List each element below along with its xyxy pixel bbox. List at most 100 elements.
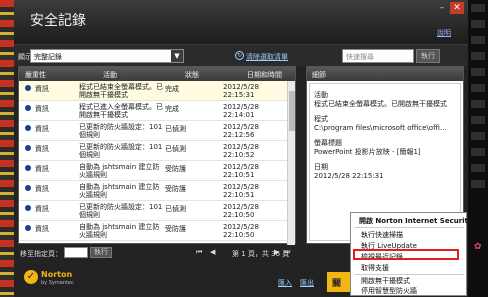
flower-icon: ✿ (474, 242, 482, 252)
cell-status: 已偵測 (165, 205, 186, 213)
column-header-datetime[interactable]: 日期和時間 (247, 70, 282, 80)
detail-value: 2012/5/28 22:15:31 (314, 172, 384, 180)
goto-page-button[interactable]: 執行 (90, 247, 112, 258)
cell-status: 受防護 (165, 165, 186, 173)
info-severity-icon (25, 105, 31, 111)
menu-item-open-norton[interactable]: 開啟 Norton Internet Security (359, 216, 472, 226)
scroll-thumb[interactable] (289, 91, 295, 131)
table-scrollbar[interactable] (287, 81, 295, 245)
table-row[interactable]: 資訊 已更新的防火牆設定：101 個規則 已偵測 2012/5/28 22:12:56 (19, 121, 295, 141)
cell-date: 2012/5/28 (223, 123, 259, 131)
menu-separator (355, 227, 464, 228)
cell-datetime: 2012/5/28 22:12:56 (223, 123, 259, 139)
desktop-background-left (0, 0, 14, 297)
cell-date: 2012/5/28 (223, 203, 259, 211)
table-row[interactable]: 資訊 已更新的防火牆設定：101 個規則 已偵測 2012/5/28 22:10:52 (19, 141, 295, 161)
filter-select[interactable]: 完整記錄 ▼ (30, 49, 184, 63)
cell-datetime: 2012/5/28 22:10:52 (223, 143, 259, 159)
info-severity-icon (25, 145, 31, 151)
clear-list-link[interactable]: 清除選取清單 (246, 52, 288, 62)
table-header: 嚴重性 活動 狀態 日期和時間 (19, 67, 295, 81)
chevron-down-icon[interactable]: ▼ (171, 50, 183, 62)
cell-datetime: 2012/5/28 22:10:51 (223, 183, 259, 199)
cell-severity: 資訊 (35, 225, 49, 233)
info-severity-icon (25, 205, 31, 211)
info-severity-icon (25, 165, 31, 171)
table-row[interactable]: 資訊 已更新的防火牆設定：101 個規則 已偵測 2012/5/28 22:10:50 (19, 201, 295, 221)
norton-brand: Norton (41, 270, 73, 279)
detail-label: 程式 (314, 115, 328, 123)
cell-severity: 資訊 (35, 125, 49, 133)
table-row[interactable]: 資訊 程式已進入全螢幕模式。已開啟無干擾模式 完成 2012/5/28 22:14:01 (19, 101, 295, 121)
norton-brand-sub: by Symantec (41, 280, 74, 286)
table-row[interactable]: 資訊 程式已結束全螢幕模式。已開啟無干擾模式 完成 2012/5/28 22:15:31 (19, 81, 295, 101)
cell-status: 受防護 (165, 185, 186, 193)
column-header-status[interactable]: 狀態 (185, 70, 199, 80)
cell-activity: 已更新的防火牆設定：101 個規則 (79, 123, 163, 139)
next-page-icon[interactable]: ▶ (274, 248, 279, 256)
column-header-activity[interactable]: 活動 (103, 70, 117, 80)
cell-status: 完成 (165, 85, 179, 93)
detail-label: 日期 (314, 163, 328, 171)
info-severity-icon (25, 185, 31, 191)
last-page-icon[interactable]: ⏭ (284, 248, 290, 257)
search-button[interactable]: 執行 (416, 49, 440, 63)
cell-date: 2012/5/28 (223, 183, 259, 191)
detail-value: C:\program files\microsoft office\offi..… (314, 124, 447, 132)
import-link[interactable]: 匯入 (278, 278, 292, 288)
cell-date: 2012/5/28 (223, 223, 259, 231)
window-title: 安全記錄 (30, 13, 86, 29)
table-row[interactable]: 資訊 自動為 jshtsmain 建立防火牆規則 受防護 2012/5/28 22:10… (19, 181, 295, 201)
minimize-button[interactable]: – (435, 2, 449, 14)
table-row[interactable]: 資訊 自動為 jshtsmain 建立防火牆規則 受防護 2012/5/28 22:10… (19, 221, 295, 241)
tray-context-menu: 開啟 Norton Internet Security 執行快速掃描 執行 Li… (350, 212, 472, 296)
cell-status: 完成 (165, 105, 179, 113)
cell-severity: 資訊 (35, 165, 49, 173)
first-page-icon[interactable]: ⏮ (196, 248, 202, 257)
detail-label: 螢幕標題 (314, 139, 342, 147)
close-main-button[interactable]: 關 (327, 272, 351, 292)
info-severity-icon (25, 125, 31, 131)
menu-item-silent-mode[interactable]: 開啟無干擾模式 (361, 276, 410, 286)
title-bar: 安全記錄 – ✕ 說明 (14, 0, 468, 44)
cell-severity: 資訊 (35, 85, 49, 93)
cell-severity: 資訊 (35, 185, 49, 193)
info-severity-icon (25, 85, 31, 91)
toolbar: 顯示 完整記錄 ▼ ↻ 清除選取清單 快速搜尋 執行 (14, 44, 468, 66)
menu-item-quick-scan[interactable]: 執行快速掃描 (361, 230, 403, 240)
cell-datetime: 2012/5/28 22:10:50 (223, 223, 259, 239)
cell-activity: 自動為 jshtsmain 建立防火牆規則 (79, 223, 160, 239)
close-button[interactable]: ✕ (450, 2, 464, 14)
cell-time: 22:10:51 (223, 171, 255, 179)
cell-datetime: 2012/5/28 22:15:31 (223, 83, 259, 99)
cell-date: 2012/5/28 (223, 143, 259, 151)
cell-time: 22:14:01 (223, 111, 255, 119)
cell-activity: 自動為 jshtsmain 建立防火牆規則 (79, 183, 160, 199)
search-input[interactable]: 快速搜尋 (342, 49, 414, 63)
cell-activity: 程式已進入全螢幕模式。已開啟無干擾模式 (79, 103, 163, 119)
goto-page-input[interactable] (64, 247, 88, 258)
menu-item-get-support[interactable]: 取得支援 (361, 263, 389, 273)
filter-value: 完整記錄 (34, 53, 62, 61)
system-tray: ✿ (468, 240, 488, 270)
column-header-severity[interactable]: 嚴重性 (25, 70, 46, 80)
menu-item-disable-firewall[interactable]: 停用智慧型防火牆 (361, 286, 417, 296)
cell-time: 22:10:52 (223, 151, 255, 159)
cell-datetime: 2012/5/28 22:10:50 (223, 203, 259, 219)
cell-activity: 程式已結束全螢幕模式。已開啟無干擾模式 (79, 83, 163, 99)
cell-status: 受防護 (165, 225, 186, 233)
help-link[interactable]: 說明 (437, 28, 451, 38)
detail-value: PowerPoint 投影片放映 - [簡報1] (314, 148, 421, 156)
pager: 移至指定頁： 執行 ⏮ ◀ 第 1 頁，共 36 頁 ▶ ⏭ (18, 246, 296, 260)
table-row[interactable]: 資訊 自動為 jshtsmain 建立防火牆規則 受防護 2012/5/28 22:10… (19, 161, 295, 181)
cell-status: 已偵測 (165, 125, 186, 133)
history-table: 嚴重性 活動 狀態 日期和時間 資訊 程式已結束全螢幕模式。已開啟無干擾模式 完成 2… (18, 66, 296, 245)
cell-date: 2012/5/28 (223, 103, 259, 111)
refresh-icon[interactable]: ↻ (235, 51, 244, 60)
export-link[interactable]: 匯出 (300, 278, 314, 288)
prev-page-icon[interactable]: ◀ (210, 248, 215, 256)
goto-page-label: 移至指定頁： (20, 250, 62, 258)
cell-activity: 自動為 jshtsmain 建立防火牆規則 (79, 163, 160, 179)
cell-status: 已偵測 (165, 145, 186, 153)
table-body: 資訊 程式已結束全螢幕模式。已開啟無干擾模式 完成 2012/5/28 22:15:31… (19, 81, 295, 245)
